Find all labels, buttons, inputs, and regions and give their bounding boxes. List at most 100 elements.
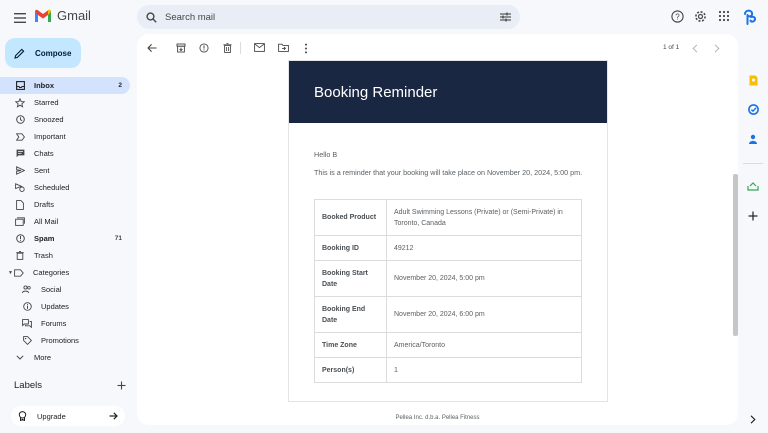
email-footer: Pellea Inc. d.b.a. Pellea Fitness: [395, 415, 480, 421]
detail-key: Booking Start Date: [314, 260, 387, 297]
sidebar-item-snoozed[interactable]: Snoozed: [0, 111, 130, 128]
sidebar-nav: Inbox 2 Starred Snoozed Important Chats …: [0, 77, 130, 366]
sidebar-item-label: Promotions: [41, 336, 79, 345]
svg-text:?: ?: [675, 12, 680, 21]
table-row: Time Zone America/Toronto: [314, 332, 582, 358]
sidebar-item-label: Categories: [32, 268, 70, 277]
sidebar-item-scheduled[interactable]: Scheduled: [0, 179, 130, 196]
send-icon: [15, 166, 25, 176]
scrollbar-thumb[interactable]: [733, 174, 738, 336]
sidebar-item-inbox[interactable]: Inbox 2: [0, 77, 130, 94]
trash-icon: [15, 251, 25, 261]
sidebar-item-all-mail[interactable]: All Mail: [0, 213, 130, 230]
search-options-icon[interactable]: [500, 12, 511, 22]
clock-icon: [15, 115, 25, 125]
apps-grid-icon[interactable]: [718, 10, 732, 24]
sidebar-item-label: Drafts: [34, 200, 55, 209]
sidebar-item-label: More: [34, 353, 52, 362]
detail-value: November 20, 2024, 6:00 pm: [386, 296, 582, 333]
sidebar-item-more[interactable]: More: [0, 349, 130, 366]
sidebar-item-label: Inbox: [34, 81, 54, 90]
star-icon: [15, 97, 25, 108]
sidebar-item-label: Important: [34, 132, 66, 141]
google-keep-icon[interactable]: [743, 72, 763, 88]
addon-icon[interactable]: [743, 178, 763, 194]
main-menu-icon[interactable]: [10, 10, 30, 26]
google-tasks-icon[interactable]: [743, 101, 763, 117]
message-view: 1 of 1 Booking Reminder Hello B This is …: [137, 34, 738, 425]
expand-side-panel-chevron-icon[interactable]: [743, 411, 763, 427]
unread-count: 2: [118, 82, 122, 89]
inbox-icon: [15, 81, 25, 91]
get-addons-plus-icon[interactable]: [743, 208, 763, 224]
gmail-logo[interactable]: Gmail: [34, 8, 91, 23]
table-row: Person(s) 1: [314, 357, 582, 383]
sidebar-item-sent[interactable]: Sent: [0, 162, 130, 179]
delete-icon[interactable]: [222, 42, 234, 54]
sidebar-item-social[interactable]: Social: [0, 281, 130, 298]
next-page-icon[interactable]: [711, 42, 723, 54]
compose-label: Compose: [35, 48, 72, 58]
help-icon[interactable]: ?: [671, 10, 685, 24]
draft-icon: [15, 199, 25, 210]
detail-key: Time Zone: [314, 332, 387, 358]
sidebar-item-drafts[interactable]: Drafts: [0, 196, 130, 213]
move-to-icon[interactable]: [277, 42, 289, 54]
sidebar-item-promotions[interactable]: Promotions: [0, 332, 130, 349]
detail-key: Booking ID: [314, 235, 387, 261]
detail-value: November 20, 2024, 5:00 pm: [386, 260, 582, 297]
sidebar-item-label: All Mail: [34, 217, 59, 226]
sidebar-item-label: Forums: [41, 319, 67, 328]
sidebar-item-spam[interactable]: Spam 71: [0, 230, 130, 247]
report-spam-icon[interactable]: [198, 42, 210, 54]
sidebar-item-label: Starred: [34, 98, 59, 107]
settings-gear-icon[interactable]: [694, 10, 708, 24]
sidebar-item-label: Spam: [34, 234, 55, 243]
toolbar-divider: [240, 42, 241, 54]
upgrade-label: Upgrade: [37, 411, 66, 421]
expand-arrow-icon[interactable]: ▼: [8, 270, 13, 276]
detail-key: Person(s): [314, 357, 387, 383]
detail-value: 49212: [386, 235, 582, 261]
search-bar[interactable]: Search mail: [137, 5, 520, 29]
arrow-right-icon: [109, 412, 118, 420]
compose-button[interactable]: Compose: [5, 38, 81, 68]
sidebar-item-forums[interactable]: Forums: [0, 315, 130, 332]
account-avatar[interactable]: [741, 8, 759, 26]
all-mail-icon: [15, 217, 25, 227]
detail-value: America/Toronto: [386, 332, 582, 358]
pagination-text: 1 of 1: [663, 44, 680, 51]
sidebar-item-label: Snoozed: [34, 115, 64, 124]
sidebar-item-important[interactable]: Important: [0, 128, 130, 145]
more-options-icon[interactable]: [300, 42, 312, 54]
sidebar-item-label: Updates: [41, 302, 69, 311]
sidebar-item-label: Scheduled: [34, 183, 70, 192]
gmail-m-icon: [35, 9, 51, 22]
previous-page-icon[interactable]: [689, 42, 701, 54]
forum-icon: [22, 319, 32, 329]
archive-icon[interactable]: [175, 42, 187, 54]
sidebar-item-categories[interactable]: ▼ Categories: [0, 264, 130, 281]
mark-unread-icon[interactable]: [253, 42, 265, 54]
reminder-text: This is a reminder that your booking wil…: [314, 168, 583, 177]
sidebar-item-updates[interactable]: Updates: [0, 298, 130, 315]
upgrade-badge-icon: [18, 411, 27, 421]
google-contacts-icon[interactable]: [743, 131, 763, 147]
label-icon: [14, 268, 24, 278]
labels-section-header: Labels: [14, 380, 126, 391]
info-icon: [22, 302, 32, 312]
search-input[interactable]: Search mail: [165, 12, 500, 23]
search-icon[interactable]: [146, 11, 157, 23]
back-arrow-icon[interactable]: [146, 42, 158, 54]
sidebar-item-chats[interactable]: Chats: [0, 145, 130, 162]
add-label-plus-icon[interactable]: [117, 381, 126, 390]
greeting-text: Hello B: [314, 150, 338, 159]
sidebar-item-starred[interactable]: Starred: [0, 94, 130, 111]
chat-icon: [15, 149, 25, 159]
side-panel-divider: [743, 163, 763, 164]
banner-title: Booking Reminder: [314, 83, 438, 101]
upgrade-button[interactable]: Upgrade: [11, 406, 125, 426]
detail-value: 1: [386, 357, 582, 383]
table-row: Booked Product Adult Swimming Lessons (P…: [314, 199, 582, 236]
sidebar-item-trash[interactable]: Trash: [0, 247, 130, 264]
